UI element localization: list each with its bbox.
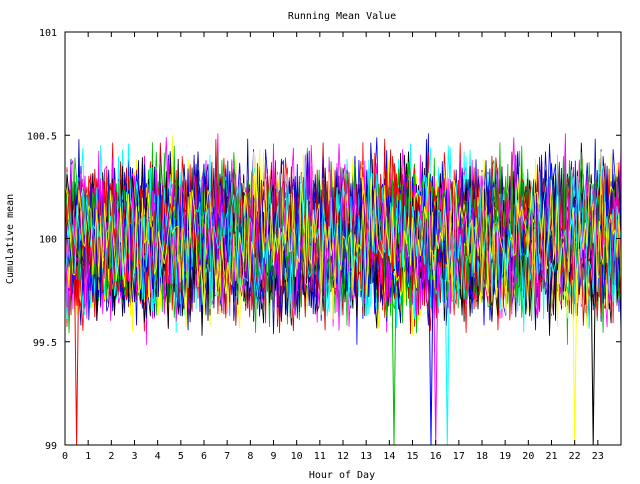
x-tick-label: 15 xyxy=(406,451,418,462)
x-tick-label: 18 xyxy=(476,451,488,462)
x-tick-label: 3 xyxy=(131,451,137,462)
x-tick-label: 17 xyxy=(453,451,465,462)
x-tick-label: 8 xyxy=(247,451,253,462)
x-tick-label: 11 xyxy=(314,451,326,462)
x-tick-label: 23 xyxy=(592,451,604,462)
x-tick-label: 7 xyxy=(224,451,230,462)
y-tick-label: 101 xyxy=(39,28,57,39)
x-tick-label: 2 xyxy=(108,451,114,462)
x-tick-label: 1 xyxy=(85,451,91,462)
x-tick-label: 16 xyxy=(430,451,442,462)
series-dip xyxy=(391,279,397,446)
x-tick-label: 4 xyxy=(155,451,161,462)
x-tick-label: 22 xyxy=(569,451,581,462)
x-tick-label: 5 xyxy=(178,451,184,462)
x-tick-label: 10 xyxy=(291,451,303,462)
y-axis-label: Cumulative mean xyxy=(5,194,16,284)
x-tick-label: 19 xyxy=(499,451,511,462)
x-tick-label: 20 xyxy=(522,451,534,462)
x-tick-label: 6 xyxy=(201,451,207,462)
chart: Running Mean Value 0 1 2 3 4 5 6 7 8 9 10 11 12 13 14 1… xyxy=(0,0,640,481)
x-tick-label: 9 xyxy=(270,451,276,462)
line-chart: Running Mean Value 0 1 2 3 4 5 6 7 8 9 10 11 12 13 14 1… xyxy=(5,11,622,481)
chart-title: Running Mean Value xyxy=(288,11,396,22)
x-axis-label: Hour of Day xyxy=(309,470,375,480)
x-tick-label: 14 xyxy=(383,451,395,462)
y-tick-label: 100.5 xyxy=(27,131,57,142)
x-tick-label: 21 xyxy=(545,451,557,462)
y-tick-label: 99 xyxy=(45,441,57,452)
y-tick-label: 100 xyxy=(39,235,57,246)
series-layer xyxy=(64,133,622,446)
x-tick-label: 12 xyxy=(337,451,349,462)
x-tick-label: 0 xyxy=(62,451,68,462)
y-tick-label: 99.5 xyxy=(33,338,57,349)
x-tick-label: 13 xyxy=(360,451,372,462)
